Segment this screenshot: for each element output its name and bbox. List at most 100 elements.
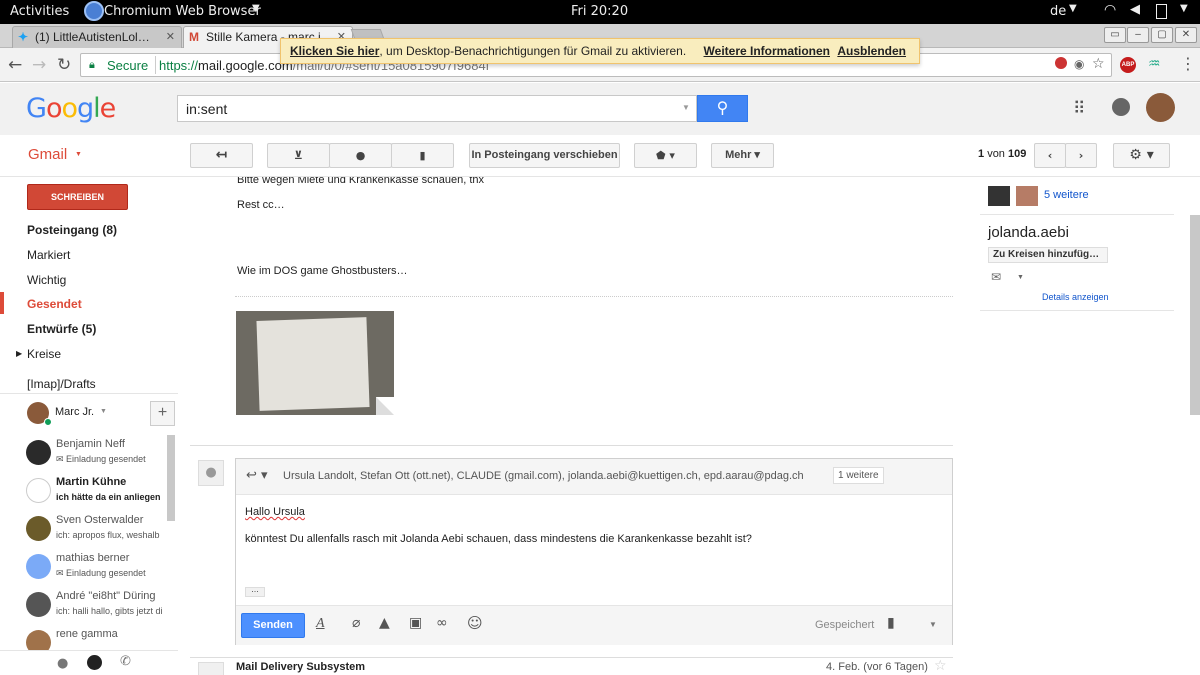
nav-important[interactable]: Wichtig bbox=[27, 273, 66, 287]
user-menu-button[interactable]: ▭ bbox=[1104, 27, 1126, 43]
google-logo[interactable]: Google bbox=[26, 93, 116, 124]
newer-button[interactable]: ‹ bbox=[1034, 143, 1066, 168]
next-mail-sender[interactable]: Mail Delivery Subsystem bbox=[236, 661, 365, 673]
back-icon[interactable]: ← bbox=[8, 55, 22, 75]
formatting-icon[interactable]: A bbox=[316, 616, 325, 632]
bookmark-star-icon[interactable]: ☆ bbox=[1092, 56, 1105, 72]
extension-icon[interactable]: ♒ bbox=[1148, 56, 1161, 72]
image-attachment[interactable] bbox=[236, 311, 394, 415]
clock[interactable]: Fri 20:20 bbox=[571, 4, 628, 19]
emoji-icon[interactable]: ☺ bbox=[467, 614, 483, 632]
gmail-toolbar: Gmail ▼ ↤ ⊻ ● ▮ In Posteingang verschieb… bbox=[0, 135, 1200, 177]
tab-twitter[interactable]: ✦ (1) LittleAutistenLol… ✕ bbox=[12, 26, 182, 48]
discard-draft-icon[interactable]: ▮ bbox=[887, 615, 895, 631]
language-arrow-icon[interactable]: ▼ bbox=[1069, 3, 1077, 14]
reply-type-icon[interactable]: ↩ ▾ bbox=[246, 468, 268, 483]
nav-drafts[interactable]: Entwürfe (5) bbox=[27, 322, 96, 336]
eye-icon[interactable]: ◉ bbox=[1074, 57, 1084, 71]
more-options-arrow-icon[interactable]: ▼ bbox=[929, 620, 937, 629]
chat-item[interactable]: Benjamin Neff ✉︎ Einladung gesendet bbox=[0, 436, 170, 474]
wifi-icon[interactable]: ◠ bbox=[1104, 2, 1116, 18]
person-icon[interactable]: ● bbox=[57, 656, 68, 671]
translate-icon[interactable] bbox=[1055, 57, 1067, 69]
window-close-button[interactable]: ✕ bbox=[1175, 27, 1197, 43]
compose-button[interactable]: SCHREIBEN bbox=[27, 184, 128, 210]
forward-icon[interactable]: → bbox=[32, 55, 46, 75]
nav-starred[interactable]: Markiert bbox=[27, 248, 70, 262]
close-icon[interactable]: ✕ bbox=[166, 30, 175, 43]
search-options-arrow-icon[interactable]: ▼ bbox=[682, 103, 690, 112]
delete-button[interactable]: ▮ bbox=[391, 143, 454, 168]
archive-button[interactable]: ⊻ bbox=[267, 143, 330, 168]
expand-arrow-icon[interactable]: ▶ bbox=[16, 349, 22, 358]
chat-scrollbar[interactable] bbox=[167, 435, 175, 521]
reload-icon[interactable]: ↻ bbox=[57, 55, 71, 75]
contact-name: jolanda.aebi bbox=[988, 224, 1069, 241]
phone-icon[interactable]: ✆ bbox=[120, 654, 131, 669]
settings-button[interactable]: ⚙ ▾ bbox=[1113, 143, 1170, 168]
chat-item[interactable]: Martin Kühne ich hätte da ein anliegen bbox=[0, 474, 170, 512]
chat-item[interactable]: André "ei8ht" Düring ich: halli hallo, g… bbox=[0, 588, 170, 626]
status-arrow-icon[interactable]: ▼ bbox=[100, 408, 107, 415]
reply-recipients[interactable]: Ursula Landolt, Stefan Ott (ott.net), CL… bbox=[283, 470, 804, 482]
maximize-button[interactable]: ▢ bbox=[1151, 27, 1173, 43]
reply-greeting[interactable]: Hallo Ursula bbox=[245, 506, 305, 518]
gmail-menu-arrow-icon[interactable]: ▼ bbox=[75, 151, 82, 158]
move-to-inbox-button[interactable]: In Posteingang verschieben bbox=[469, 143, 620, 168]
dismiss-link[interactable]: Ausblenden bbox=[837, 44, 906, 58]
apps-grid-icon[interactable]: ⠿ bbox=[1073, 99, 1085, 119]
adblock-icon[interactable]: ABP bbox=[1120, 57, 1136, 73]
nav-inbox[interactable]: Posteingang (8) bbox=[27, 223, 117, 237]
chrome-menu-icon[interactable]: ⋮ bbox=[1180, 54, 1196, 73]
participant-avatar[interactable] bbox=[1016, 186, 1038, 206]
chat-status: ✉︎ Einladung gesendet bbox=[56, 454, 146, 464]
gmail-menu[interactable]: Gmail bbox=[28, 146, 67, 163]
notifications-icon[interactable] bbox=[1112, 98, 1130, 116]
activities-button[interactable]: Activities bbox=[10, 4, 69, 19]
my-name[interactable]: Marc Jr. bbox=[55, 406, 94, 418]
star-icon[interactable]: ☆ bbox=[934, 658, 947, 674]
page-scrollbar[interactable] bbox=[1190, 215, 1200, 415]
minimize-button[interactable]: – bbox=[1127, 27, 1149, 43]
back-to-sent-button[interactable]: ↤ bbox=[190, 143, 253, 168]
drive-icon[interactable]: ▲ bbox=[379, 615, 390, 631]
reply-body[interactable]: könntest Du allenfalls rasch mit Jolanda… bbox=[245, 533, 752, 545]
more-info-link[interactable]: Weitere Informationen bbox=[704, 44, 830, 58]
photo-icon[interactable]: ▣ bbox=[409, 615, 422, 631]
nav-circles[interactable]: Kreise bbox=[27, 347, 61, 361]
system-menu-arrow-icon[interactable]: ▼ bbox=[1180, 3, 1188, 14]
more-recipients-button[interactable]: 1 weitere bbox=[833, 467, 884, 484]
more-people-link[interactable]: 5 weitere bbox=[1044, 189, 1089, 201]
show-trimmed-button[interactable]: … bbox=[245, 586, 265, 597]
participant-avatar[interactable] bbox=[988, 186, 1010, 206]
link-icon[interactable]: ∞ bbox=[436, 615, 448, 631]
email-icon[interactable]: ✉︎ bbox=[991, 270, 1001, 284]
chat-name: Benjamin Neff bbox=[56, 438, 125, 450]
add-to-circles-button[interactable]: Zu Kreisen hinzufüg… bbox=[988, 247, 1108, 263]
language-indicator[interactable]: de bbox=[1050, 4, 1066, 19]
nav-imap-drafts[interactable]: [Imap]/Drafts bbox=[27, 377, 96, 391]
volume-icon[interactable]: ◀ bbox=[1130, 2, 1140, 17]
attach-icon[interactable]: ⌀ bbox=[352, 615, 360, 631]
pager-current: 1 bbox=[978, 148, 985, 160]
chat-item[interactable]: Sven Osterwalder ich: apropos flux, wesh… bbox=[0, 512, 170, 550]
search-input[interactable]: in:sent bbox=[177, 95, 697, 122]
app-menu[interactable]: Chromium Web Browser bbox=[104, 4, 261, 19]
battery-icon[interactable] bbox=[1156, 4, 1167, 19]
nav-sent[interactable]: Gesendet bbox=[27, 297, 82, 311]
email-options-arrow-icon[interactable]: ▼ bbox=[1017, 274, 1024, 281]
app-menu-arrow-icon[interactable]: ▼ bbox=[252, 3, 260, 14]
search-button[interactable]: ⚲ bbox=[697, 95, 748, 122]
hangouts-icon[interactable] bbox=[87, 655, 102, 670]
chat-status: ich: halli hallo, gibts jetzt di bbox=[56, 606, 163, 616]
send-button[interactable]: Senden bbox=[241, 613, 305, 638]
chat-item[interactable]: mathias berner ✉︎ Einladung gesendet bbox=[0, 550, 170, 588]
show-details-link[interactable]: Details anzeigen bbox=[1042, 292, 1109, 302]
report-spam-button[interactable]: ● bbox=[329, 143, 392, 168]
more-button[interactable]: Mehr ▾ bbox=[711, 143, 774, 168]
account-avatar[interactable] bbox=[1146, 93, 1175, 122]
enable-notifications-link[interactable]: Klicken Sie hier bbox=[290, 44, 379, 58]
labels-button[interactable]: ⬟ ▾ bbox=[634, 143, 697, 168]
add-chat-button[interactable]: + bbox=[150, 401, 175, 426]
older-button[interactable]: › bbox=[1065, 143, 1097, 168]
